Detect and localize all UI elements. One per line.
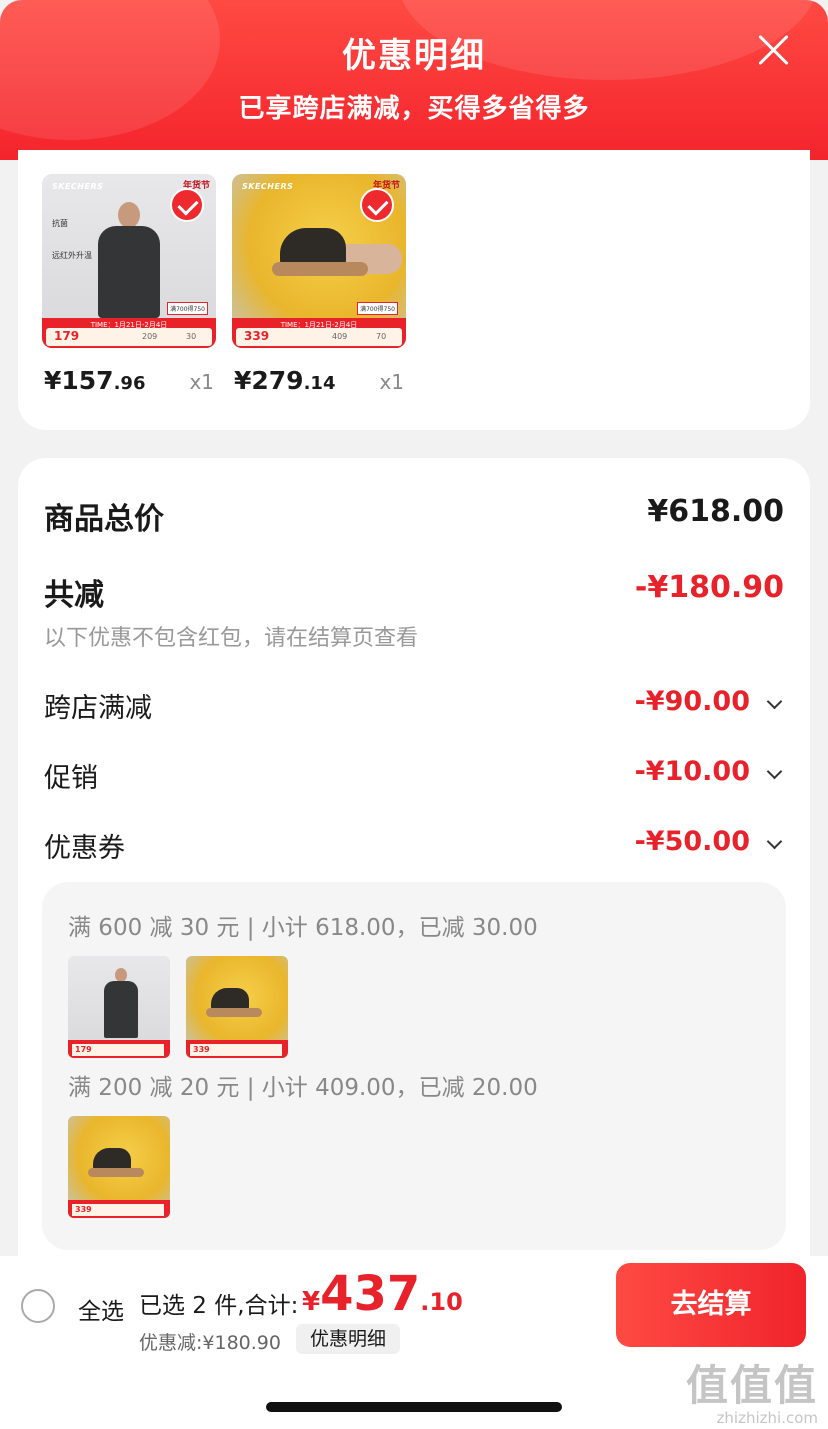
chevron-down-icon[interactable]: [766, 763, 783, 780]
price-banner: TIME：1月21日-2月4日 179 209 30: [42, 318, 216, 348]
discount-label: 优惠券: [44, 833, 125, 864]
banner-cut: 70: [376, 332, 387, 341]
total-price-value: ¥618.00: [647, 494, 784, 529]
select-all-label[interactable]: 全选: [78, 1292, 124, 1326]
total-price-label: 商品总价: [44, 502, 164, 537]
checkout-button[interactable]: 去结算: [616, 1263, 806, 1347]
product-image[interactable]: SKECHERS 年货节 抗菌 远红外升温 满700得750 TIME：1月21…: [42, 174, 216, 348]
discount-value: -¥10.00: [634, 756, 750, 787]
discount-item-coupon[interactable]: 优惠券 -¥50.00: [44, 826, 784, 865]
promo-tag: 满700得750: [357, 302, 398, 315]
discount-label: 促销: [44, 763, 98, 794]
product-price: ¥157.96: [44, 366, 146, 395]
product-item[interactable]: SKECHERS 年货节 满700得750 TIME：1月21日-2月4日 33…: [232, 174, 406, 406]
total-amount: ¥437.10: [302, 1266, 463, 1322]
product-item[interactable]: SKECHERS 年货节 抗菌 远红外升温 满700得750 TIME：1月21…: [42, 174, 216, 406]
discount-rule: 满 200 减 20 元 | 小计 409.00，已减 20.00: [68, 1075, 538, 1101]
page-title: 优惠明细: [342, 36, 486, 76]
chevron-down-icon[interactable]: [766, 693, 783, 710]
discount-value: -¥50.00: [634, 826, 750, 857]
mini-product-image[interactable]: 179: [68, 956, 170, 1058]
header: 优惠明细 已享跨店满减，买得多省得多: [0, 0, 828, 160]
select-all-radio[interactable]: [21, 1289, 55, 1323]
product-price: ¥279.14: [234, 366, 336, 395]
total-reduce-value: -¥180.90: [634, 570, 784, 605]
discount-detail-panel: 满 600 减 30 元 | 小计 618.00，已减 30.00 179 33…: [42, 882, 786, 1250]
home-indicator[interactable]: [266, 1402, 562, 1412]
watermark-logo: 值值值: [685, 1361, 818, 1410]
watermark: 值值值 zhizhizhi.com: [686, 1352, 818, 1427]
discount-rule: 满 600 减 30 元 | 小计 618.00，已减 30.00: [68, 915, 538, 941]
product-card: SKECHERS 年货节 抗菌 远红外升温 满700得750 TIME：1月21…: [18, 150, 810, 430]
banner-price: 179: [54, 329, 80, 343]
selected-check-icon[interactable]: [170, 188, 204, 222]
banner-original: 409: [332, 332, 348, 341]
product-quantity: x1: [189, 370, 214, 394]
shoe-figure: [272, 228, 368, 278]
discount-value: -¥90.00: [634, 686, 750, 717]
banner-cut: 30: [186, 332, 197, 341]
promo-tag: 满700得750: [167, 302, 208, 315]
discount-label: 跨店满减: [44, 693, 152, 724]
selected-check-icon[interactable]: [360, 188, 394, 222]
brand-logo: SKECHERS: [52, 182, 104, 191]
banner-original: 209: [142, 332, 158, 341]
feature-label: 远红外升温: [52, 251, 92, 260]
page-subtitle: 已享跨店满减，买得多省得多: [238, 94, 590, 124]
product-quantity: x1: [379, 370, 404, 394]
banner-price: 339: [244, 329, 270, 343]
checkout-bar: 全选 已选 2 件,合计: ¥437.10 优惠减:¥180.90 优惠明细 去…: [0, 1256, 828, 1356]
discount-item-promotion[interactable]: 促销 -¥10.00: [44, 756, 784, 795]
brand-logo: SKECHERS: [242, 182, 294, 191]
mini-product-image[interactable]: 339: [186, 956, 288, 1058]
close-icon[interactable]: [756, 32, 792, 68]
selected-count: 已选 2 件,合计:: [139, 1293, 299, 1319]
total-price-row: 商品总价 ¥618.00: [44, 494, 784, 538]
mini-product-image[interactable]: 339: [68, 1116, 170, 1218]
discount-amount: 优惠减:¥180.90: [139, 1332, 281, 1354]
feature-label: 抗菌: [52, 219, 68, 228]
reduce-note: 以下优惠不包含红包，请在结算页查看: [44, 626, 419, 651]
total-reduce-label: 共减: [44, 578, 104, 613]
total-reduce-row: 共减 -¥180.90: [44, 570, 784, 614]
model-figure: [98, 202, 160, 318]
discount-detail-button[interactable]: 优惠明细: [296, 1324, 401, 1354]
discount-summary-card: 商品总价 ¥618.00 共减 -¥180.90 以下优惠不包含红包，请在结算页…: [18, 458, 810, 1288]
chevron-down-icon[interactable]: [766, 833, 783, 850]
discount-item-cross-store[interactable]: 跨店满减 -¥90.00: [44, 686, 784, 725]
product-image[interactable]: SKECHERS 年货节 满700得750 TIME：1月21日-2月4日 33…: [232, 174, 406, 348]
price-banner: TIME：1月21日-2月4日 339 409 70: [232, 318, 406, 348]
